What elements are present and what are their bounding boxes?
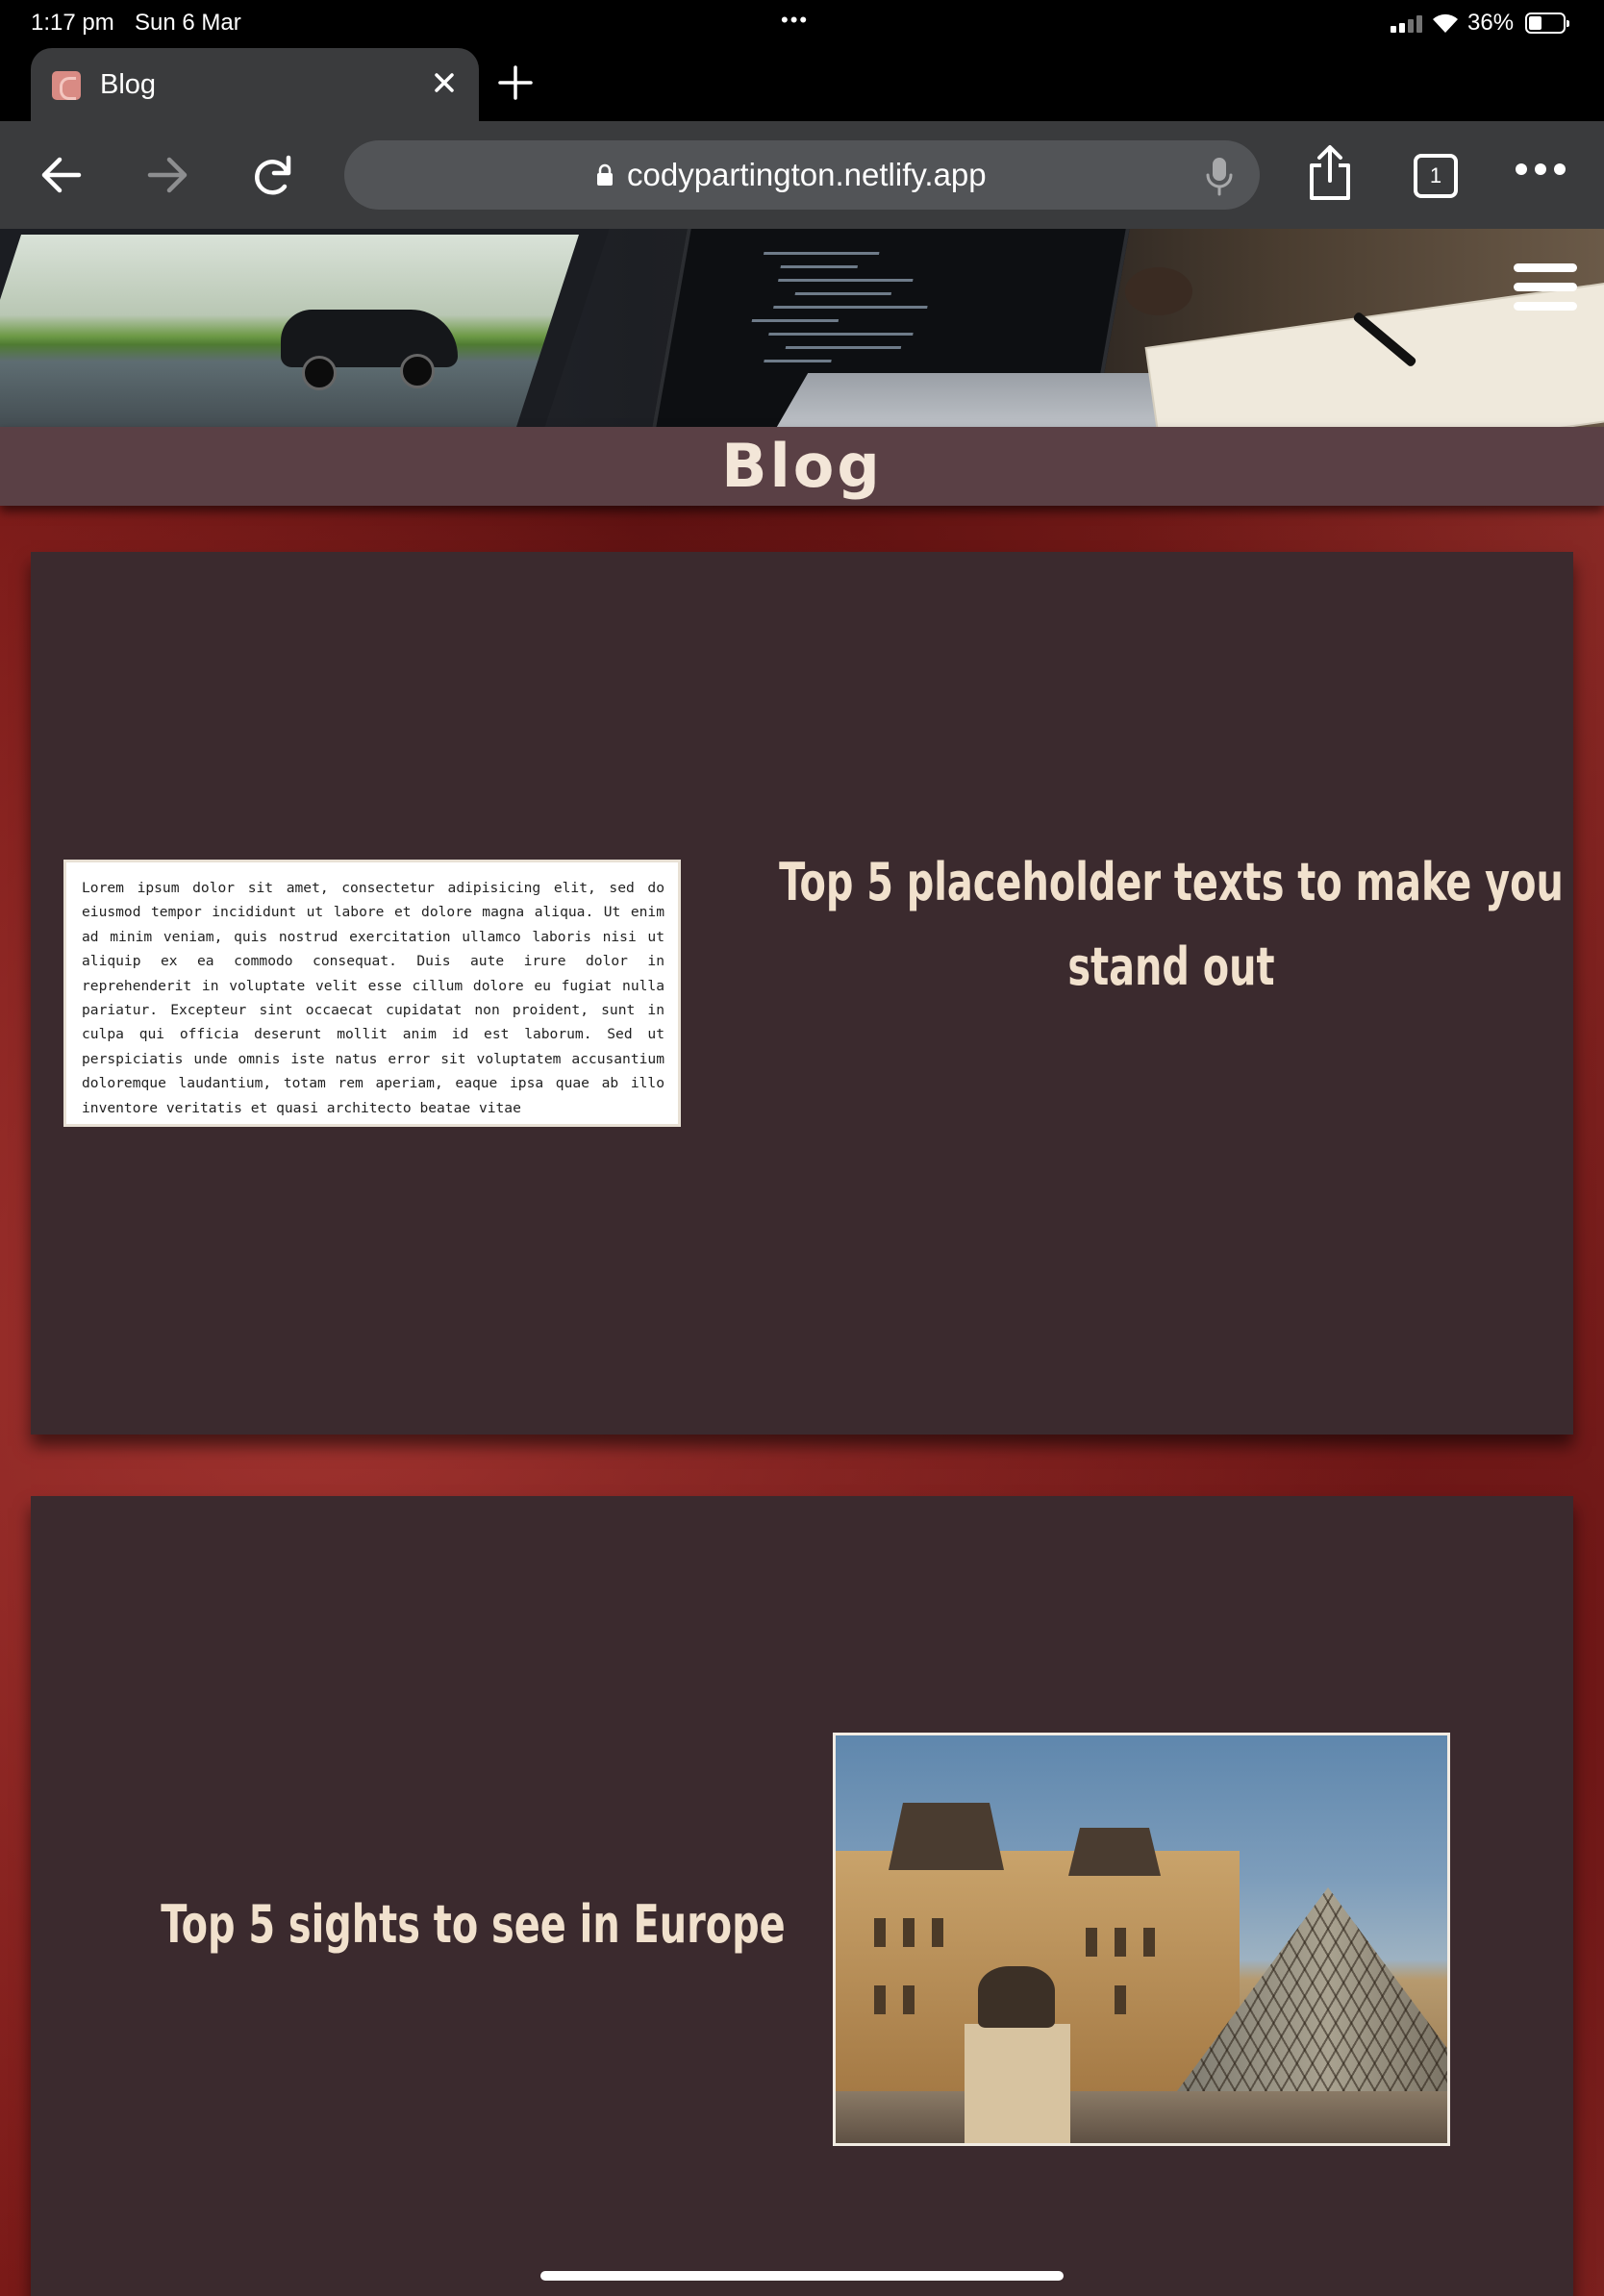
share-icon[interactable] (1304, 144, 1356, 202)
page-title: Blog (721, 431, 883, 501)
address-bar[interactable]: codypartington.netlify.app (344, 140, 1260, 210)
hamburger-menu-icon[interactable] (1514, 263, 1577, 312)
status-date: Sun 6 Mar (135, 10, 241, 36)
home-indicator[interactable] (540, 2271, 1064, 2281)
status-bar: 1:17 pm Sun 6 Mar ••• 36% (0, 0, 1604, 46)
forward-arrow-icon[interactable] (142, 150, 192, 200)
tab-title: Blog (100, 69, 157, 100)
post-title[interactable]: Top 5 sights to see in Europe (79, 1883, 867, 1967)
post-title[interactable]: Top 5 placeholder texts to make you stan… (777, 840, 1566, 1010)
reload-icon[interactable] (248, 150, 298, 200)
url-text: codypartington.netlify.app (627, 157, 987, 192)
tab-strip: Blog (0, 46, 1604, 123)
battery-icon (1525, 12, 1569, 34)
wifi-icon (1433, 13, 1458, 33)
close-icon[interactable] (427, 65, 462, 100)
browser-toolbar: codypartington.netlify.app 1 (0, 121, 1604, 229)
site-favicon-icon (52, 71, 81, 100)
post-thumbnail-image[interactable] (833, 1733, 1450, 2146)
microphone-icon[interactable] (1204, 156, 1235, 196)
battery-percent: 36% (1467, 10, 1515, 36)
status-time: 1:17 pm (31, 10, 114, 36)
header-banner-image (0, 229, 1604, 427)
back-arrow-icon[interactable] (37, 150, 87, 200)
more-icon[interactable] (1514, 158, 1567, 181)
multitasking-dots[interactable]: ••• (781, 8, 809, 33)
plus-icon[interactable] (496, 63, 535, 102)
lock-icon (597, 163, 613, 186)
cellular-signal-icon (1391, 15, 1425, 33)
page-title-bar: Blog (0, 427, 1604, 506)
blog-post-card[interactable]: Top 5 sights to see in Europe (31, 1496, 1573, 2296)
tabs-icon[interactable]: 1 (1414, 154, 1458, 198)
web-page: Blog Lorem ipsum dolor sit amet, consect… (0, 229, 1604, 2296)
browser-tab[interactable]: Blog (31, 48, 479, 123)
blog-post-card[interactable]: Lorem ipsum dolor sit amet, consectetur … (31, 552, 1573, 1435)
post-thumbnail-image[interactable]: Lorem ipsum dolor sit amet, consectetur … (63, 860, 681, 1127)
